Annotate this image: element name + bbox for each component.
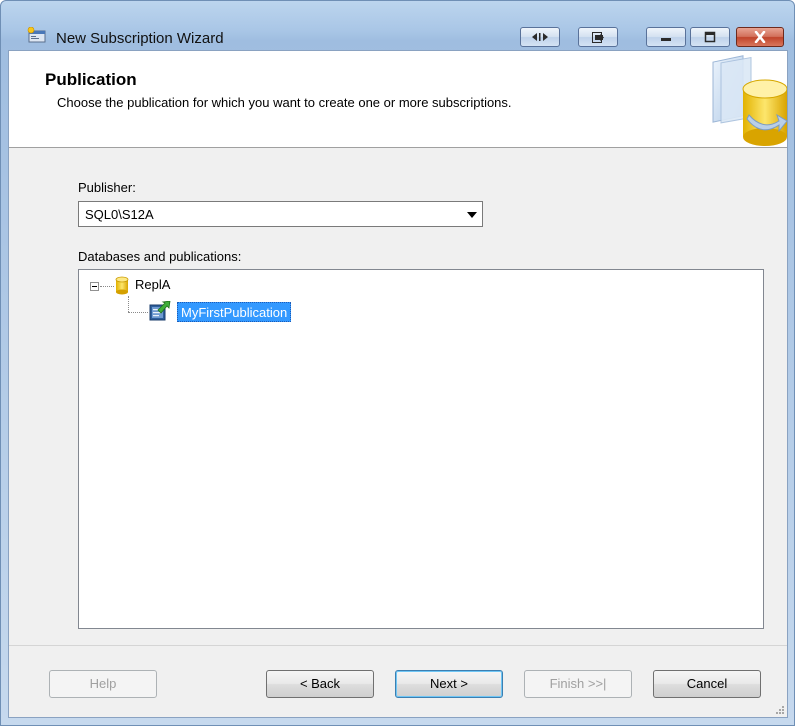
maximize-icon bbox=[704, 31, 716, 43]
restore-down-button[interactable] bbox=[578, 27, 618, 47]
back-button[interactable]: < Back bbox=[266, 670, 374, 698]
publication-icon bbox=[149, 301, 171, 321]
minimize-icon bbox=[661, 38, 671, 41]
tree-connector bbox=[128, 296, 129, 312]
database-icon bbox=[115, 276, 129, 295]
tree-item-publication[interactable]: MyFirstPublication bbox=[177, 302, 292, 322]
tree-item-database[interactable]: ReplA bbox=[135, 277, 170, 292]
resize-horizontal-button[interactable] bbox=[520, 27, 560, 47]
wizard-client-area: Publication Choose the publication for w… bbox=[8, 50, 788, 718]
restore-down-icon bbox=[592, 31, 604, 43]
next-button[interactable]: Next > bbox=[395, 670, 503, 698]
window-title: New Subscription Wizard bbox=[56, 30, 224, 47]
collapse-icon[interactable] bbox=[90, 282, 99, 291]
tree-connector bbox=[128, 312, 148, 313]
database-wizard-graphic bbox=[712, 55, 787, 146]
cancel-button[interactable]: Cancel bbox=[653, 670, 761, 698]
publisher-combobox[interactable]: SQL0\S12A bbox=[78, 201, 483, 227]
finish-button[interactable]: Finish >>| bbox=[524, 670, 632, 698]
chevron-down-icon[interactable] bbox=[467, 212, 477, 218]
databases-label: Databases and publications: bbox=[78, 249, 242, 264]
help-button[interactable]: Help bbox=[49, 670, 157, 698]
publication-tree[interactable]: ReplA MyFirstPublication bbox=[78, 269, 764, 629]
resize-horizontal-icon bbox=[532, 33, 548, 41]
close-icon bbox=[754, 31, 766, 43]
resize-grip-icon[interactable] bbox=[775, 705, 785, 715]
wizard-window: New Subscription Wizard Publication Choo… bbox=[0, 0, 795, 726]
page-subtitle: Choose the publication for which you wan… bbox=[57, 95, 512, 110]
wizard-app-icon bbox=[27, 27, 46, 43]
wizard-header: Publication Choose the publication for w… bbox=[9, 51, 787, 148]
publisher-value: SQL0\S12A bbox=[85, 207, 154, 222]
minimize-button[interactable] bbox=[646, 27, 686, 47]
footer-separator bbox=[9, 645, 787, 646]
title-bar[interactable]: New Subscription Wizard bbox=[1, 1, 794, 47]
close-button[interactable] bbox=[736, 27, 784, 47]
maximize-button[interactable] bbox=[690, 27, 730, 47]
publisher-label: Publisher: bbox=[78, 180, 136, 195]
tree-connector bbox=[100, 286, 114, 287]
page-title: Publication bbox=[45, 70, 137, 89]
